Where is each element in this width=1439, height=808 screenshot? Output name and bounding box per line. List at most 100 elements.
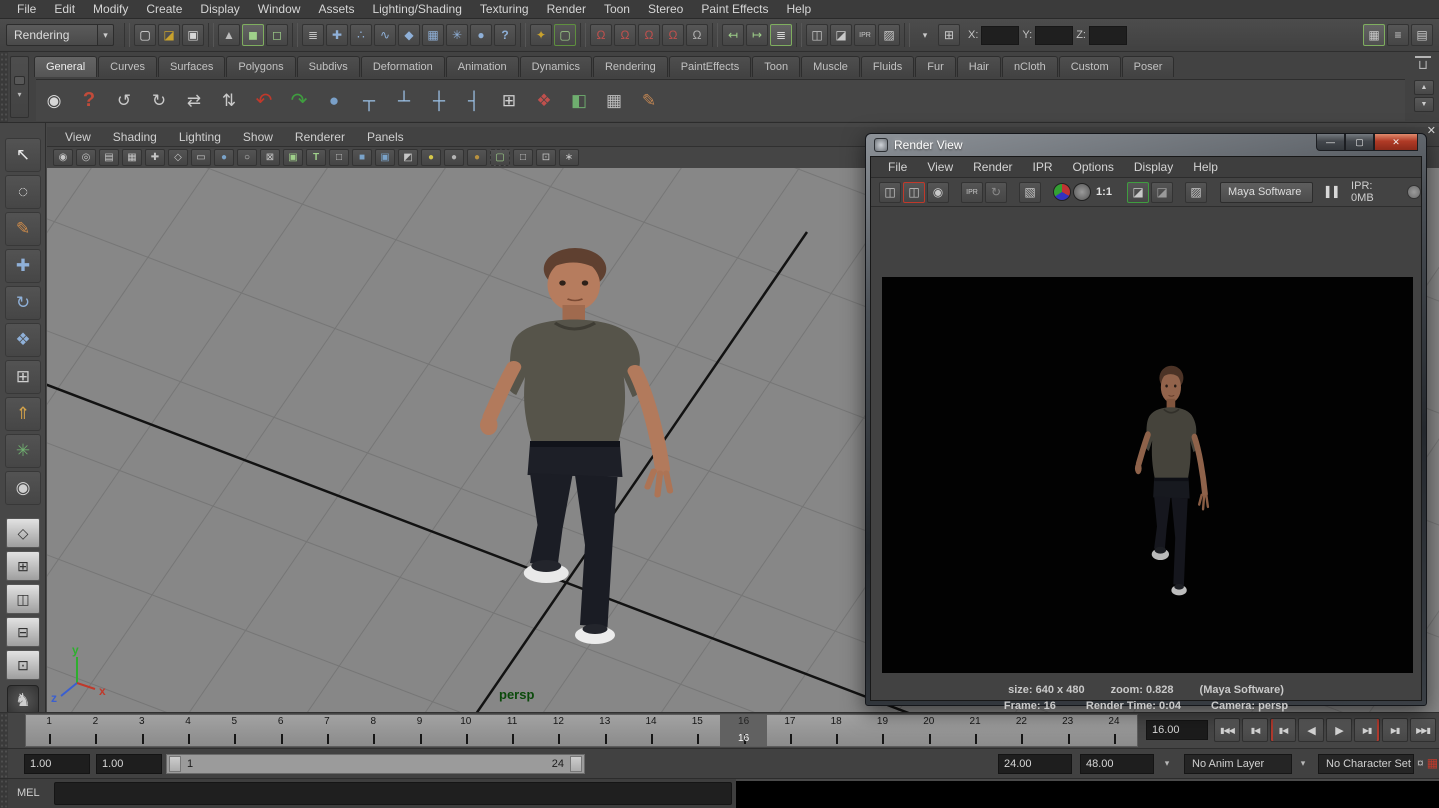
snap-to-curves-icon[interactable]: Ω xyxy=(614,24,636,46)
duplicate-special-icon[interactable]: ❖ xyxy=(530,87,558,115)
select-dynamics-icon[interactable]: ✳ xyxy=(446,24,468,46)
split-pane-layout-button[interactable]: ⊟ xyxy=(6,617,40,647)
character-set-selector[interactable]: No Character Set xyxy=(1318,754,1414,774)
rgb-channels-button[interactable] xyxy=(1053,183,1071,201)
menubar-item[interactable]: Create xyxy=(137,0,191,18)
select-deformations-icon[interactable]: ▦ xyxy=(422,24,444,46)
menubar-item[interactable]: Stereo xyxy=(639,0,692,18)
timeline-frame[interactable]: 21 xyxy=(952,715,998,746)
rendered-image[interactable] xyxy=(882,277,1413,673)
input-connections-icon[interactable]: ↤ xyxy=(722,24,744,46)
plugin-shapes-icon[interactable]: ∗ xyxy=(559,149,579,166)
soft-modification-tool[interactable]: ⇑ xyxy=(5,397,41,431)
default-lighting-icon[interactable]: ● xyxy=(421,149,441,166)
render-settings-button[interactable]: ▨ xyxy=(1185,182,1207,203)
select-object-icon[interactable]: ◼ xyxy=(242,24,264,46)
film-reel-icon[interactable]: ◉ xyxy=(40,87,68,115)
playback-start-field[interactable] xyxy=(96,754,162,774)
menu-set-selector[interactable]: Rendering ▾ xyxy=(6,24,114,46)
keep-image-button[interactable]: ◪ xyxy=(1127,182,1149,203)
render-view-menu-item[interactable]: Options xyxy=(1064,160,1123,174)
show-manipulator-tool[interactable]: ✳ xyxy=(5,434,41,468)
image-plane-icon[interactable]: ▦ xyxy=(122,149,142,166)
range-slider[interactable]: 1 24 xyxy=(166,754,585,774)
x-coordinate-field[interactable] xyxy=(981,26,1019,45)
shelf-drag-handle[interactable] xyxy=(0,52,8,122)
maximize-button[interactable]: ▢ xyxy=(1345,134,1374,151)
render-view-menu-item[interactable]: IPR xyxy=(1024,160,1062,174)
select-misc-icon[interactable]: ? xyxy=(494,24,516,46)
chevron-down-icon[interactable]: ▾ xyxy=(98,24,114,46)
render-view-menu-item[interactable]: File xyxy=(879,160,916,174)
timeline-frame[interactable]: 11 xyxy=(489,715,535,746)
go-to-start-button[interactable]: ▮◀◀ xyxy=(1214,718,1240,742)
render-view-menu-item[interactable]: Help xyxy=(1184,160,1227,174)
shelf-tab[interactable]: Deformation xyxy=(361,56,445,77)
xray-icon[interactable]: □ xyxy=(513,149,533,166)
ipr-render-icon[interactable]: IPR xyxy=(854,24,876,46)
field-chart-icon[interactable]: ⊠ xyxy=(260,149,280,166)
render-view-window[interactable]: Render View —▢✕ FileViewRenderIPROptions… xyxy=(865,133,1427,706)
output-connections-icon[interactable]: ↦ xyxy=(746,24,768,46)
snap-to-grids-icon[interactable]: Ω xyxy=(590,24,612,46)
attribute-editor-icon[interactable]: ▤ xyxy=(1411,24,1433,46)
timeline-frame[interactable]: 15 xyxy=(674,715,720,746)
shelf-tab[interactable]: Poser xyxy=(1122,56,1175,77)
universal-manipulator-tool[interactable]: ⊞ xyxy=(5,360,41,394)
auto-keyframe-icon[interactable]: ▦ xyxy=(1427,756,1438,770)
menubar-item[interactable]: Lighting/Shading xyxy=(363,0,470,18)
bookmarks-icon[interactable]: ▤ xyxy=(99,149,119,166)
step-back-frame-button[interactable]: ▮◀ xyxy=(1242,718,1268,742)
viewport-menu-item[interactable]: Renderer xyxy=(285,130,355,144)
y-coordinate-field[interactable] xyxy=(1035,26,1073,45)
camera-track-icon[interactable]: ⇄ xyxy=(180,87,208,115)
refresh-ipr-button[interactable]: ↻ xyxy=(985,182,1007,203)
ipr-render-button[interactable]: IPR xyxy=(961,182,983,203)
parent-icon[interactable]: ┬ xyxy=(355,87,383,115)
timeline-frame[interactable]: 16 16 xyxy=(720,715,766,746)
quick-select-icon[interactable]: ⊞ xyxy=(938,24,960,46)
real-size-button[interactable]: 1:1 xyxy=(1093,182,1115,203)
region-render-button[interactable]: ▧ xyxy=(1019,182,1041,203)
outliner-pane-layout-button[interactable]: ◫ xyxy=(6,584,40,614)
snap-to-view-planes-icon[interactable]: Ω xyxy=(662,24,684,46)
animation-end-field[interactable] xyxy=(1080,754,1154,774)
step-forward-key-button[interactable]: ▶▮ xyxy=(1354,718,1380,742)
shelf-tab[interactable]: Rendering xyxy=(593,56,668,77)
last-tool-icon[interactable]: ◉ xyxy=(5,471,41,505)
select-handles-icon[interactable]: ✚ xyxy=(326,24,348,46)
wireframe-on-shaded-icon[interactable]: ▣ xyxy=(375,149,395,166)
shelf-tab[interactable]: Fluids xyxy=(861,56,914,77)
menubar-item[interactable]: Display xyxy=(191,0,248,18)
paint-effects-icon[interactable]: ✎ xyxy=(635,87,663,115)
film-gate-icon[interactable]: ▭ xyxy=(191,149,211,166)
redo-previous-render-button[interactable]: ◫ xyxy=(903,182,925,203)
gate-mask-icon[interactable]: ○ xyxy=(237,149,257,166)
chevron-down-icon[interactable]: ▾ xyxy=(1296,758,1310,769)
play-backwards-button[interactable]: ◀ xyxy=(1298,718,1324,742)
safe-title-icon[interactable]: T xyxy=(306,149,326,166)
range-drag-handle[interactable] xyxy=(0,749,8,778)
anim-layer-selector[interactable]: No Anim Layer xyxy=(1184,754,1292,774)
shelf-tab[interactable]: Muscle xyxy=(801,56,860,77)
select-tool[interactable]: ↖ xyxy=(5,138,41,172)
flat-lighting-icon[interactable]: ● xyxy=(444,149,464,166)
shelf-scroll-down-icon[interactable]: ▼ xyxy=(1414,97,1434,112)
shelf-tab[interactable]: Fur xyxy=(915,56,956,77)
menubar-item[interactable]: Render xyxy=(538,0,595,18)
menubar-item[interactable]: Toon xyxy=(595,0,639,18)
undo-icon[interactable]: ↶ xyxy=(250,87,278,115)
safe-action-icon[interactable]: ▣ xyxy=(283,149,303,166)
shelf-tab[interactable]: Toon xyxy=(752,56,800,77)
select-rendering-icon[interactable]: ● xyxy=(470,24,492,46)
step-back-key-button[interactable]: ▮◀ xyxy=(1270,718,1296,742)
shelf-tab[interactable]: Surfaces xyxy=(158,56,225,77)
shelf-tab[interactable]: PaintEffects xyxy=(669,56,752,77)
timeline-frame[interactable]: 22 xyxy=(998,715,1044,746)
unparent-icon[interactable]: ┴ xyxy=(390,87,418,115)
help-icon[interactable]: ? xyxy=(75,87,103,115)
render-current-frame-icon[interactable]: ◪ xyxy=(830,24,852,46)
select-component-icon[interactable]: ◻ xyxy=(266,24,288,46)
ipr-pause-icon[interactable]: ▌▌ xyxy=(1326,187,1342,198)
playback-end-field[interactable] xyxy=(998,754,1072,774)
